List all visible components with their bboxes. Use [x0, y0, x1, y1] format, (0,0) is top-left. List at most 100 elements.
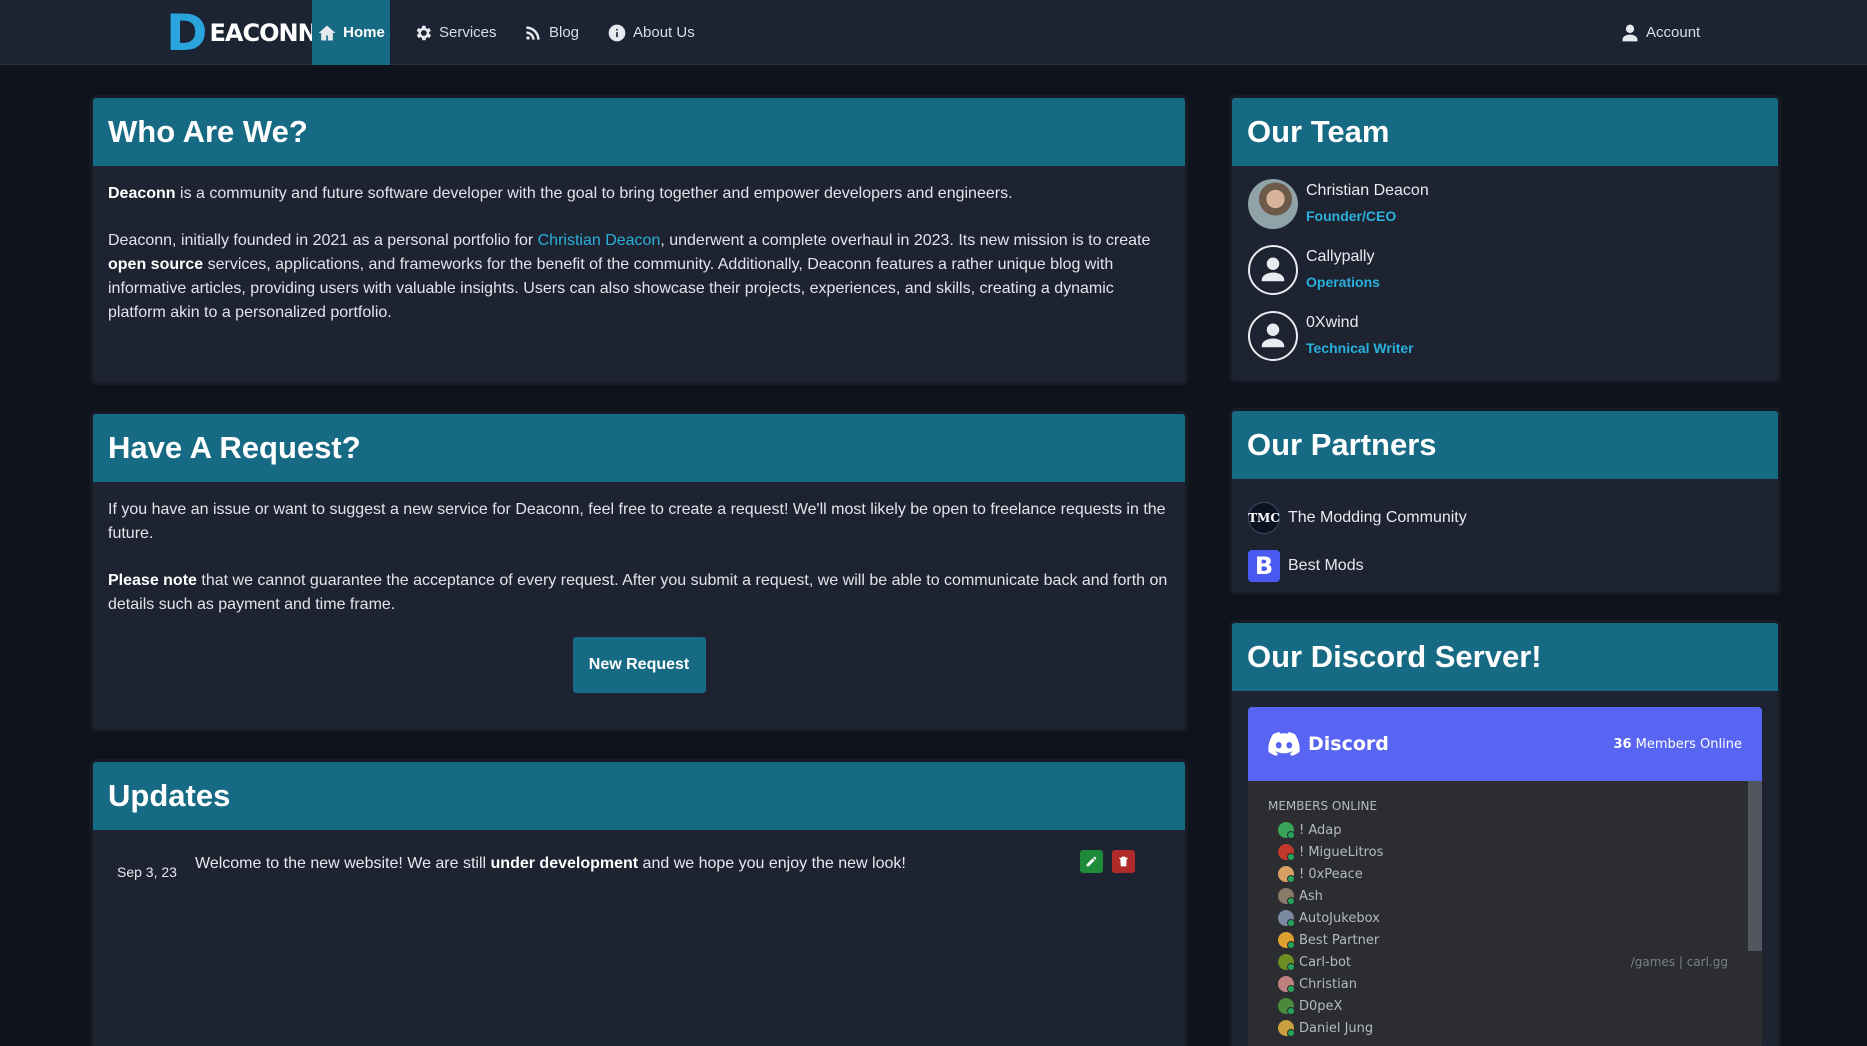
discord-member[interactable]: ! 0xPeace: [1268, 863, 1742, 885]
discord-members: ! Adap ! MigueLitros ! 0xPeace Ash AutoJukeb…: [1268, 819, 1742, 1039]
partners-list: TMC The Modding Community B Best Mods: [1232, 479, 1778, 592]
who-p2-b: , underwent a complete overhaul in 2023.…: [660, 232, 1151, 249]
discord-member[interactable]: Carl-bot/games | carl.gg: [1268, 951, 1742, 973]
discord-member[interactable]: AutoJukebox: [1268, 907, 1742, 929]
nav-home-label: Home: [343, 24, 385, 41]
delete-update-button[interactable]: [1112, 850, 1135, 873]
team-member[interactable]: Christian Deacon Founder/CEO: [1248, 179, 1762, 245]
discord-member[interactable]: ! MigueLitros: [1268, 841, 1742, 863]
navbar: D EACONN Home Services Blog About Us Acc…: [0, 0, 1867, 65]
nav-services-label: Services: [439, 24, 497, 41]
who-p2-c: services, applications, and frameworks f…: [108, 256, 1114, 321]
team-title: Our Team: [1247, 114, 1390, 149]
partners-header: Our Partners: [1232, 411, 1778, 479]
discord-member-avatar: [1278, 866, 1295, 883]
discord-member-name: Carl-bot: [1299, 954, 1351, 970]
online-count: 36: [1613, 736, 1632, 752]
update-text: Welcome to the new website! We are still…: [195, 852, 906, 876]
discord-member-avatar: [1278, 822, 1295, 839]
discord-member[interactable]: Ash: [1268, 885, 1742, 907]
who-paragraph-1: Deaconn is a community and future softwa…: [108, 182, 1170, 206]
discord-logo[interactable]: Discord: [1268, 732, 1389, 756]
edit-update-button[interactable]: [1080, 850, 1103, 873]
discord-brand: Discord: [1308, 733, 1389, 755]
nav-about-label: About Us: [633, 24, 695, 41]
updates-title: Updates: [108, 778, 231, 813]
new-request-button[interactable]: New Request: [572, 637, 706, 693]
who-header: Who Are We?: [93, 98, 1185, 166]
avatar: [1248, 245, 1298, 295]
request-title: Have A Request?: [108, 430, 361, 465]
request-body: If you have an issue or want to suggest …: [93, 482, 1185, 709]
brand-logo[interactable]: D EACONN: [166, 8, 318, 58]
discord-member-name: Daniel Jung: [1299, 1020, 1374, 1036]
online-label: Members Online: [1631, 736, 1742, 752]
founder-link[interactable]: Christian Deacon: [538, 232, 661, 249]
nav-about[interactable]: About Us: [607, 0, 695, 65]
pencil-icon: [1086, 856, 1097, 867]
updates-header: Updates: [93, 762, 1185, 830]
request-note-bold: Please note: [108, 572, 197, 589]
who-body: Deaconn is a community and future softwa…: [93, 166, 1185, 364]
discord-member-avatar: [1278, 1020, 1295, 1037]
nav-blog-label: Blog: [549, 24, 580, 41]
team-header: Our Team: [1232, 98, 1778, 166]
member-name: Callypally: [1306, 248, 1375, 265]
discord-member-name: Christian: [1299, 976, 1357, 992]
who-paragraph-2: Deaconn, initially founded in 2021 as a …: [108, 229, 1170, 325]
request-card: Have A Request? If you have an issue or …: [90, 411, 1188, 732]
discord-member-name: Best Partner: [1299, 932, 1380, 948]
discord-widget-header: Discord 36 Members Online: [1248, 707, 1762, 781]
partners-title: Our Partners: [1247, 427, 1437, 462]
nav-home[interactable]: Home: [312, 0, 390, 65]
nav-blog[interactable]: Blog: [523, 0, 579, 65]
update-text-a: Welcome to the new website! We are still: [195, 855, 491, 872]
member-role: Founder/CEO: [1306, 208, 1397, 224]
who-card: Who Are We? Deaconn is a community and f…: [90, 95, 1188, 385]
discord-member[interactable]: Christian: [1268, 973, 1742, 995]
discord-member-avatar: [1278, 954, 1295, 971]
who-brand: Deaconn: [108, 185, 176, 202]
discord-member[interactable]: Best Partner: [1268, 929, 1742, 951]
update-item: Sep 3, 23 Welcome to the new website! We…: [108, 830, 1170, 910]
partner-item[interactable]: TMC The Modding Community: [1248, 494, 1762, 542]
tmc-logo: TMC: [1248, 502, 1280, 534]
gear-icon: [416, 25, 432, 40]
avatar: [1248, 179, 1298, 229]
discord-member-name: ! MigueLitros: [1299, 844, 1384, 860]
discord-header: Our Discord Server!: [1232, 623, 1778, 691]
member-role: Operations: [1306, 274, 1380, 290]
discord-icon: [1268, 732, 1300, 756]
member-info: Christian Deacon Founder/CEO: [1306, 179, 1429, 224]
who-p2-bold: open source: [108, 256, 204, 273]
discord-online-count: 36 Members Online: [1613, 737, 1742, 752]
discord-member[interactable]: Daniel Jung: [1268, 1017, 1742, 1039]
partner-item[interactable]: B Best Mods: [1248, 542, 1762, 590]
updates-body: Sep 3, 23 Welcome to the new website! We…: [93, 830, 1185, 926]
avatar: [1248, 311, 1298, 361]
partner-name: Best Mods: [1288, 557, 1364, 574]
member-info: 0Xwind Technical Writer: [1306, 311, 1414, 356]
trash-icon: [1119, 856, 1128, 867]
team-list: Christian Deacon Founder/CEO Callypally …: [1232, 166, 1778, 380]
team-member[interactable]: 0Xwind Technical Writer: [1248, 311, 1762, 377]
discord-member-name: D0peX: [1299, 998, 1343, 1014]
home-icon: [318, 25, 336, 40]
discord-member[interactable]: D0peX: [1268, 995, 1742, 1017]
request-paragraph-1: If you have an issue or want to suggest …: [108, 501, 1166, 542]
discord-member-name: ! 0xPeace: [1299, 866, 1363, 882]
discord-member-avatar: [1278, 932, 1295, 949]
update-text-bold: under development: [490, 855, 639, 872]
discord-card: Our Discord Server! Discord 36 Members O…: [1229, 620, 1781, 1046]
user-icon: [1261, 257, 1285, 282]
nav-account[interactable]: Account: [1620, 0, 1700, 65]
nav-services[interactable]: Services: [413, 0, 497, 65]
update-actions: [1080, 850, 1135, 873]
discord-member[interactable]: ! Adap: [1268, 819, 1742, 841]
team-member[interactable]: Callypally Operations: [1248, 245, 1762, 311]
discord-member-list: MEMBERS ONLINE ! Adap ! MigueLitros ! 0xPe…: [1248, 781, 1762, 1046]
discord-section-title: MEMBERS ONLINE: [1268, 799, 1378, 813]
request-paragraph-2: Please note that we cannot guarantee the…: [108, 569, 1170, 617]
updates-card: Updates Sep 3, 23 Welcome to the new web…: [90, 759, 1188, 1046]
discord-member-avatar: [1278, 976, 1295, 993]
